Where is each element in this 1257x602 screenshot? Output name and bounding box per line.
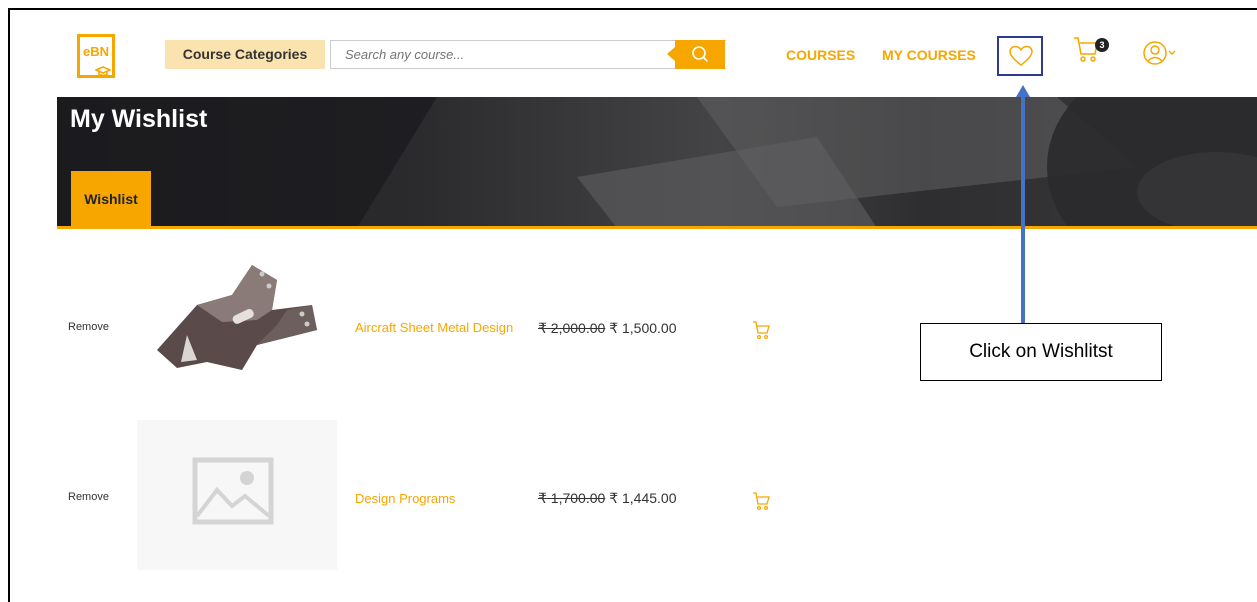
add-to-cart-icon[interactable]	[752, 320, 770, 340]
wishlist-button[interactable]	[997, 36, 1043, 76]
original-price: ₹ 1,700.00	[538, 490, 606, 506]
search-icon	[692, 46, 709, 63]
cart-count-badge: 3	[1095, 38, 1109, 52]
remove-link[interactable]: Remove	[68, 491, 109, 503]
course-thumbnail[interactable]	[137, 250, 337, 400]
course-price: ₹ 1,700.00 ₹ 1,445.00	[538, 490, 676, 507]
nav-courses-link[interactable]: COURSES	[786, 47, 855, 63]
remove-link[interactable]: Remove	[68, 321, 109, 333]
sale-price: ₹ 1,445.00	[609, 490, 677, 506]
course-title-link[interactable]: Design Programs	[355, 491, 455, 506]
course-categories-button[interactable]: Course Categories	[165, 40, 325, 69]
site-logo[interactable]: eBN	[77, 34, 115, 78]
banner-underline	[57, 226, 1257, 229]
chevron-down-icon	[1168, 50, 1176, 55]
cart-icon[interactable]	[1073, 34, 1099, 64]
heart-icon	[1009, 45, 1033, 66]
wishlist-item: Remove Design Programs ₹ 1,700.00 ₹ 1,44…	[10, 420, 1257, 570]
banner-background-image	[57, 97, 1257, 228]
placeholder-image-icon[interactable]	[137, 420, 337, 570]
user-icon[interactable]	[1143, 40, 1177, 68]
course-title-link[interactable]: Aircraft Sheet Metal Design	[355, 320, 513, 335]
search-input[interactable]	[331, 41, 661, 67]
sale-price: ₹ 1,500.00	[609, 320, 677, 336]
tab-wishlist[interactable]: Wishlist	[71, 171, 151, 228]
page-title: My Wishlist	[70, 105, 208, 133]
add-to-cart-icon[interactable]	[752, 491, 770, 511]
logo-text: eBN	[82, 44, 109, 59]
screenshot-frame: eBN Course Categories COURSES MY COURSES	[8, 8, 1257, 602]
nav-my-courses-link[interactable]: MY COURSES	[882, 47, 976, 63]
original-price: ₹ 2,000.00	[538, 320, 606, 336]
site-header: eBN Course Categories COURSES MY COURSES	[10, 10, 1257, 96]
annotation-arrow	[1021, 96, 1025, 324]
course-price: ₹ 2,000.00 ₹ 1,500.00	[538, 320, 676, 337]
graduation-cap-icon	[95, 66, 111, 76]
search-button[interactable]	[667, 40, 725, 69]
annotation-callout: Click on Wishlitst	[920, 323, 1162, 381]
page-banner: My Wishlist Wishlist	[57, 97, 1257, 228]
